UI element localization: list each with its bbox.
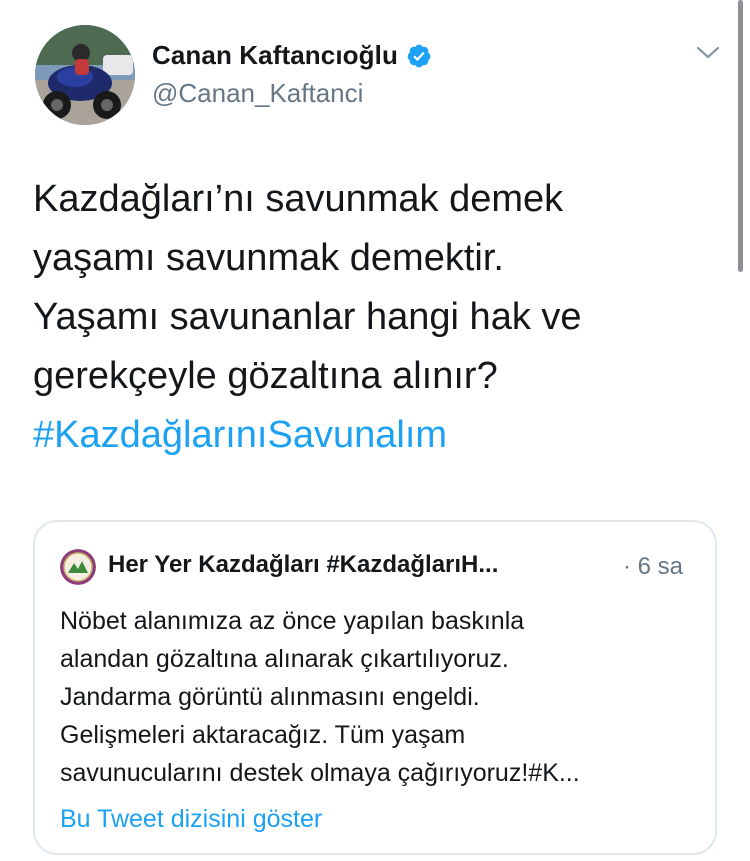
quoted-text-line: Gelişmeleri aktaracağız. Tüm yaşam: [60, 721, 466, 749]
scrollbar[interactable]: [738, 0, 743, 272]
quoted-tweet-timestamp[interactable]: · 6 sa: [623, 553, 683, 581]
quoted-tweet-text: Nöbet alanımıza az önce yapılan baskınla…: [60, 602, 700, 792]
quoted-text-line: Jandarma görüntü alınmasını engeldi.: [60, 683, 480, 711]
tweet-text-line: gerekçeyle gözaltına alınır?: [33, 355, 498, 397]
organization-logo-icon: [60, 549, 96, 585]
tweet-text-line: Kazdağları’nı savunmak demek: [33, 178, 564, 220]
avatar-motorcycle-photo: [35, 25, 135, 125]
hashtag-link[interactable]: #KazdağlarınıSavunalım: [33, 406, 723, 465]
quoted-text-line: Nöbet alanımıza az önce yapılan baskınla: [60, 607, 525, 635]
chevron-down-icon[interactable]: [694, 42, 722, 62]
author-name-row[interactable]: Canan Kaftancıoğlu: [152, 40, 432, 71]
author-display-name[interactable]: Canan Kaftancıoğlu: [152, 40, 398, 71]
quoted-tweet-card[interactable]: Her Yer Kazdağları #KazdağlarıH... · 6 s…: [33, 520, 717, 855]
quoted-text-line: alandan gözaltına alınarak çıkartılıyoru…: [60, 645, 509, 673]
quoted-author-name[interactable]: Her Yer Kazdağları #KazdağlarıH...: [108, 551, 498, 579]
author-avatar[interactable]: [35, 25, 135, 125]
tweet-text: Kazdağları’nı savunmak demek yaşamı savu…: [33, 170, 723, 465]
author-handle[interactable]: @Canan_Kaftanci: [152, 78, 363, 109]
quoted-text-line: savunucularını destek olmaya çağırıyoruz…: [60, 759, 580, 787]
verified-badge-icon: [407, 44, 431, 67]
quoted-author-avatar[interactable]: [60, 549, 96, 585]
quoted-tweet-header: Her Yer Kazdağları #KazdağlarıH...: [108, 551, 498, 579]
tweet-text-line: yaşamı savunmak demektir.: [33, 237, 504, 279]
tweet-text-line: Yaşamı savunanlar hangi hak ve: [33, 296, 582, 338]
show-thread-link[interactable]: Bu Tweet dizisini göster: [60, 805, 322, 834]
